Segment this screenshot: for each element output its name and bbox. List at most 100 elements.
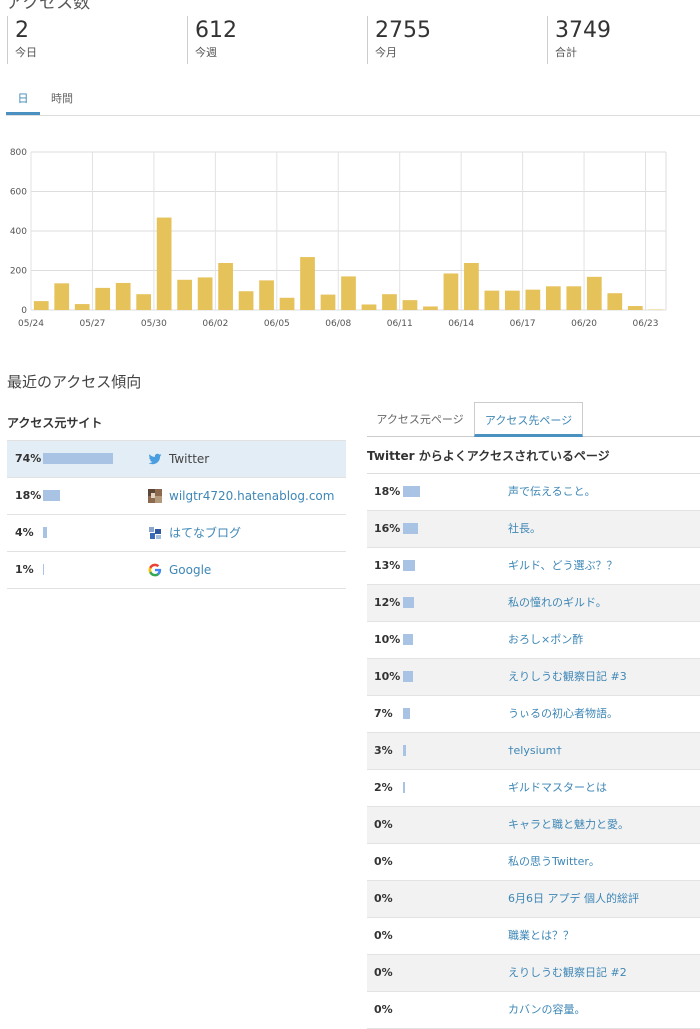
referrer-row[interactable]: 1% Google (7, 552, 346, 589)
chart-bar (239, 291, 254, 310)
stats-summary: 2 今日 612 今週 2755 今月 3749 合計 (0, 14, 700, 66)
page-link[interactable]: 私の憧れのギルド。 (508, 585, 607, 621)
referrer-bar (43, 490, 60, 501)
referrer-link[interactable]: はてなブログ (169, 515, 241, 551)
stat-label: 今週 (195, 46, 237, 59)
referrer-panel: アクセス元サイト 74% Twitter 18% wilgtr4720.hate… (7, 406, 346, 589)
referrer-percent: 18% (15, 478, 41, 514)
page-row[interactable]: 7% うぃるの初心者物語。 (367, 696, 700, 733)
page-row[interactable]: 3%†elysium† (367, 733, 700, 770)
page-percent: 10% (374, 622, 400, 658)
page-row[interactable]: 0%職業とは？？ (367, 918, 700, 955)
referrer-name: Twitter (169, 441, 209, 477)
chart-bar (485, 291, 500, 310)
page-link[interactable]: ギルド、どう選ぶ？？ (508, 548, 618, 584)
pages-heading: Twitter からよくアクセスされているページ (367, 437, 700, 474)
page-row[interactable]: 12% 私の憧れのギルド。 (367, 585, 700, 622)
page-link[interactable]: ギルドマスターとは (508, 770, 607, 806)
x-tick-label: 05/24 (18, 319, 44, 329)
x-tick-label: 06/11 (387, 319, 413, 329)
page-row[interactable]: 0%えりしうむ観察日記 #2 (367, 955, 700, 992)
period-tabs: 日 時間 (6, 83, 700, 116)
page-percent: 13% (374, 548, 400, 584)
pages-panel: アクセス元ページ アクセス先ページ Twitter からよくアクセスされているペ… (367, 402, 700, 1029)
x-tick-label: 06/20 (571, 319, 597, 329)
page-link[interactable]: †elysium† (508, 733, 562, 769)
referrer-row[interactable]: 4% はてなブログ (7, 515, 346, 552)
page-percent: 0% (374, 807, 393, 843)
page-row[interactable]: 0%6月6日 アプデ 個人的総評 (367, 881, 700, 918)
chart-bar (546, 286, 561, 310)
page-link[interactable]: おろし×ポン酢 (508, 622, 583, 658)
page-bar (403, 745, 406, 756)
referrer-title: アクセス元サイト (7, 406, 346, 440)
chart-bar (177, 280, 192, 310)
page-link[interactable]: えりしうむ観察日記 #2 (508, 955, 627, 991)
page-percent: 16% (374, 511, 400, 547)
stat-total: 3749 合計 (547, 16, 611, 64)
page-row[interactable]: 18%声で伝えること。 (367, 474, 700, 511)
page-link[interactable]: キャラと職と魅力と愛。 (508, 807, 629, 843)
stat-label: 今日 (15, 46, 37, 59)
chart-bar (136, 294, 151, 310)
tab-target-pages[interactable]: アクセス先ページ (474, 402, 583, 437)
tab-source-pages[interactable]: アクセス元ページ (367, 402, 473, 436)
pages-list: 18%声で伝えること。16% 社長。 13% ギルド、どう選ぶ？？ 12% 私の憧れのギル… (367, 474, 700, 1029)
tab-hourly[interactable]: 時間 (42, 83, 82, 114)
referrer-row[interactable]: 74% Twitter (7, 440, 346, 478)
x-tick-label: 06/23 (633, 319, 659, 329)
page-row[interactable]: 16% 社長。 (367, 511, 700, 548)
page-link[interactable]: えりしうむ観察日記 #3 (508, 659, 627, 695)
page-percent: 7% (374, 696, 393, 732)
referrer-bar (43, 453, 113, 464)
google-icon (148, 563, 162, 577)
y-tick-label: 200 (10, 267, 27, 277)
x-tick-label: 06/05 (264, 319, 290, 329)
page-row[interactable]: 0% 私の思うTwitter。 (367, 844, 700, 881)
page-link[interactable]: うぃるの初心者物語。 (508, 696, 618, 732)
referrer-link[interactable]: Google (169, 552, 211, 588)
trends-title: 最近のアクセス傾向 (7, 371, 141, 392)
x-tick-label: 06/17 (510, 319, 536, 329)
referrer-row[interactable]: 18% wilgtr4720.hatenablog.com (7, 478, 346, 515)
stat-label: 今月 (375, 46, 431, 59)
page-bar (403, 486, 420, 497)
chart-bar (505, 291, 520, 310)
chart-bar (423, 306, 438, 310)
page-link[interactable]: 声で伝えること。 (508, 474, 596, 510)
chart-bar (280, 298, 295, 310)
chart-bar (403, 300, 418, 310)
page-bar (403, 782, 405, 793)
chart-bar (198, 277, 213, 310)
page-bar (403, 560, 415, 571)
page-row[interactable]: 13% ギルド、どう選ぶ？？ (367, 548, 700, 585)
tab-daily[interactable]: 日 (6, 83, 40, 115)
chart-bar (218, 263, 233, 310)
page-link[interactable]: カバンの容量。 (508, 992, 586, 1028)
page-bar (403, 708, 410, 719)
page-link[interactable]: 職業とは？？ (508, 918, 574, 954)
y-tick-label: 800 (10, 148, 27, 158)
stat-value: 612 (195, 16, 237, 46)
page-title: アクセス数 (6, 0, 90, 13)
page-bar (403, 671, 413, 682)
chart-bar (300, 257, 315, 310)
page-link[interactable]: 社長。 (508, 511, 541, 547)
page-link[interactable]: 私の思うTwitter。 (508, 844, 600, 880)
chart-bar (628, 306, 643, 310)
referrer-link[interactable]: wilgtr4720.hatenablog.com (169, 478, 334, 514)
chart-bar (525, 290, 540, 310)
page-percent: 2% (374, 770, 393, 806)
chart-bar (341, 276, 356, 310)
x-tick-label: 06/08 (325, 319, 351, 329)
page-row[interactable]: 0%カバンの容量。 (367, 992, 700, 1029)
page-row[interactable]: 2% ギルドマスターとは (367, 770, 700, 807)
page-percent: 0% (374, 844, 393, 880)
page-row[interactable]: 0% キャラと職と魅力と愛。 (367, 807, 700, 844)
stat-value: 2 (15, 16, 37, 46)
page-link[interactable]: 6月6日 アプデ 個人的総評 (508, 881, 639, 917)
page-percent: 12% (374, 585, 400, 621)
chart-bar (157, 218, 172, 310)
page-row[interactable]: 10% おろし×ポン酢 (367, 622, 700, 659)
page-row[interactable]: 10%えりしうむ観察日記 #3 (367, 659, 700, 696)
